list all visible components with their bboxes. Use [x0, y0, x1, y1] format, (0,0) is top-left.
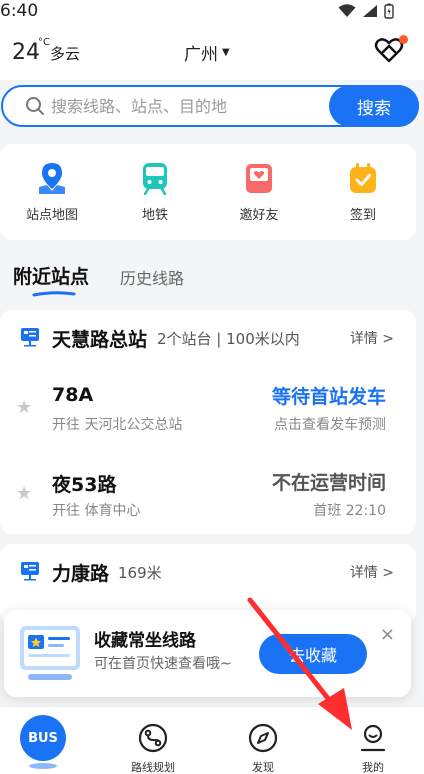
station-detail-link[interactable]: 详情 >: [350, 562, 394, 582]
city-name: 广州: [184, 45, 218, 65]
quick-action-metro[interactable]: 地铁: [115, 160, 195, 223]
station-meta: 2个站台 | 100米以内: [157, 330, 300, 348]
nav-bus-label: BUS: [20, 715, 66, 761]
tab-history-lines[interactable]: 历史线路: [120, 265, 184, 289]
line-sub-status: 首班 22:10: [313, 503, 386, 519]
nav-discover[interactable]: 发现: [228, 721, 298, 774]
route-plan-icon: [118, 721, 188, 755]
wifi-icon: [338, 4, 356, 17]
battery-icon: [384, 3, 394, 19]
station-detail-link[interactable]: 详情 >: [350, 328, 394, 348]
line-direction: 开往 天河北公交总站: [52, 417, 183, 433]
station-meta: 169米: [118, 564, 162, 582]
metro-icon: [137, 160, 173, 196]
search-icon: [26, 97, 44, 115]
quick-action-label: 签到: [349, 208, 376, 223]
nav-profile[interactable]: 我的: [338, 721, 408, 774]
top-bar: 24 °C 多云 广州 ▼: [0, 24, 424, 80]
line-status: 等待首站发车: [271, 386, 386, 408]
notification-dot: [399, 35, 408, 44]
nav-bus[interactable]: BUS: [20, 715, 66, 769]
favorite-star-icon[interactable]: ★: [16, 483, 32, 504]
status-icons: [338, 3, 394, 19]
quick-action-label: 站点地图: [25, 208, 78, 223]
tab-underline: [32, 291, 76, 297]
station-tabs: 附近站点 历史线路: [0, 262, 424, 302]
quick-actions-card: 站点地图 地铁 邀好友 签到: [0, 144, 416, 240]
quick-action-invite[interactable]: 邀好友: [219, 160, 299, 223]
bus-stop-sign-icon: [21, 562, 39, 581]
station-header[interactable]: 天慧路总站 2个站台 | 100米以内 详情 >: [0, 310, 416, 364]
nav-route-plan[interactable]: 路线规划: [118, 721, 188, 774]
line-status: 不在运营时间: [271, 472, 386, 494]
line-number: 78A: [52, 384, 94, 406]
promo-subtitle: 可在首页快速查看哦~: [94, 656, 232, 672]
status-time: 6:40: [0, 1, 39, 21]
close-icon[interactable]: ×: [380, 624, 395, 645]
search-button[interactable]: 搜索: [329, 85, 419, 127]
temperature: 24: [12, 40, 40, 65]
station-map-icon: [34, 160, 70, 196]
nav-label: 我的: [362, 761, 384, 774]
line-sub-status: 点击查看发车预测: [274, 417, 386, 433]
go-favorite-button[interactable]: 去收藏: [259, 634, 367, 674]
favorite-star-icon[interactable]: ★: [16, 397, 32, 418]
compass-icon: [228, 721, 298, 755]
bus-stop-sign-icon: [21, 328, 39, 347]
bus-line-row[interactable]: ★ 78A 开往 天河北公交总站 等待首站发车 点击查看发车预测: [0, 370, 416, 450]
station-header[interactable]: 力康路 169米 详情 >: [0, 544, 416, 598]
profile-icon: [338, 721, 408, 755]
quick-action-label: 邀好友: [239, 208, 279, 223]
favorite-illustration-icon: [20, 626, 80, 680]
search-bar[interactable]: 搜索: [1, 85, 419, 127]
quick-action-label: 地铁: [141, 208, 168, 223]
nav-label: 发现: [252, 761, 274, 774]
favorite-promo-card: 收藏常坐线路 可在首页快速查看哦~ 去收藏 ×: [4, 610, 411, 697]
temperature-unit: °C: [38, 37, 50, 48]
heart-hands-button[interactable]: [374, 35, 408, 66]
signal-icon: [363, 5, 377, 17]
station-name: 力康路: [52, 563, 110, 585]
quick-action-checkin[interactable]: 签到: [323, 160, 403, 223]
city-selector[interactable]: 广州 ▼: [184, 40, 230, 65]
quick-action-station-map[interactable]: 站点地图: [12, 160, 92, 223]
nav-label: 路线规划: [131, 761, 175, 774]
nav-bus-shadow: [29, 763, 57, 769]
bottom-nav: BUS 路线规划 发现 我的: [0, 706, 424, 774]
checkin-icon: [345, 160, 381, 196]
search-input[interactable]: [51, 95, 321, 117]
weather-label: 多云: [50, 45, 81, 63]
bus-line-row[interactable]: ★ 夜53路 开往 体育中心 不在运营时间 首班 22:10: [0, 456, 416, 536]
tab-nearby-stations[interactable]: 附近站点: [13, 262, 89, 289]
promo-title: 收藏常坐线路: [94, 631, 196, 651]
status-bar: 6:40: [0, 0, 424, 24]
invite-icon: [241, 160, 277, 196]
caret-down-icon: ▼: [222, 47, 230, 58]
line-number: 夜53路: [52, 474, 117, 496]
station-card: 天慧路总站 2个站台 | 100米以内 详情 > ★ 78A 开往 天河北公交总…: [0, 310, 416, 534]
line-direction: 开往 体育中心: [52, 503, 141, 519]
station-name: 天慧路总站: [52, 329, 148, 351]
